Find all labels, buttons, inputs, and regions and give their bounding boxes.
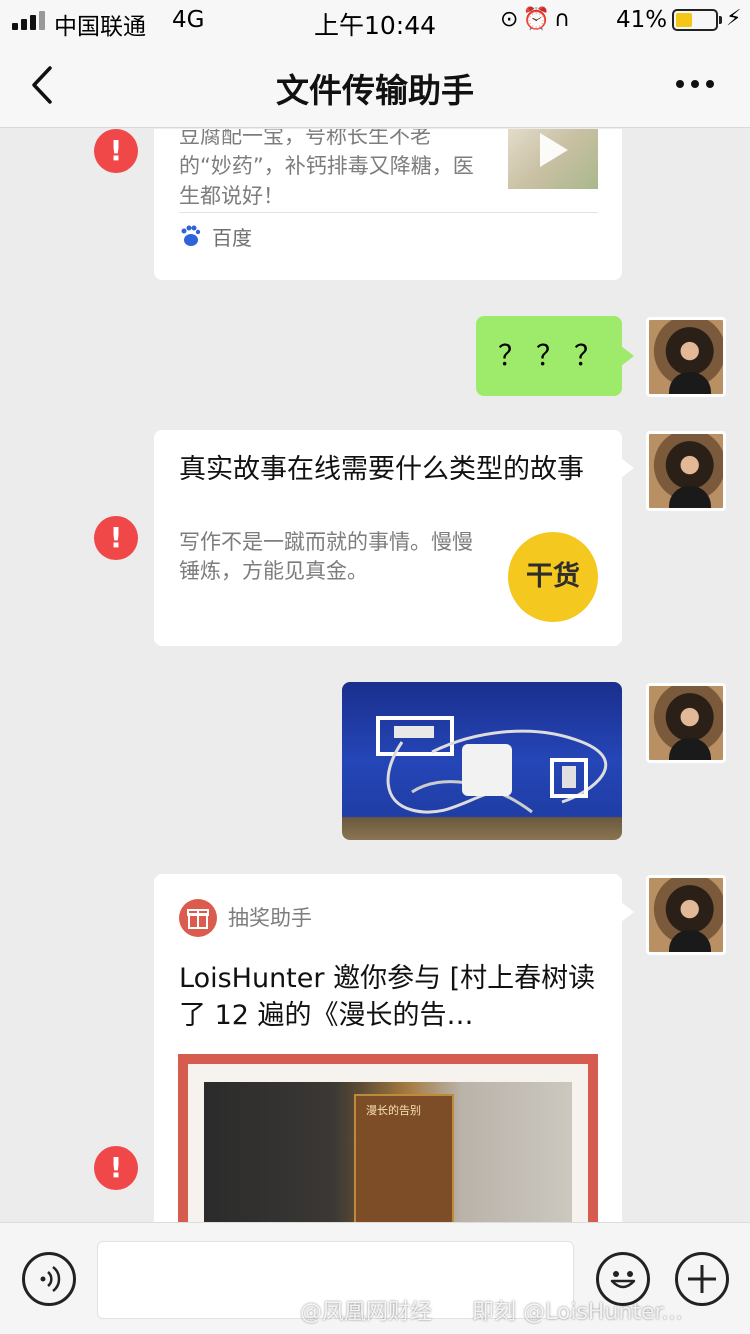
nav-bar: 文件传输助手 <box>0 42 750 128</box>
link-card-baidu[interactable]: 豆腐配一宝，号称长生不老的“妙药”，补钙排毒又降糖，医生都说好！ 百度 <box>154 129 622 280</box>
mini-program-name: 抽奖助手 <box>228 906 312 930</box>
send-failed-icon[interactable]: ! <box>94 129 138 173</box>
send-failed-icon[interactable]: ! <box>94 1146 138 1190</box>
more-button[interactable] <box>670 64 720 104</box>
watermark: @凤凰网财经 即刻 @LoisHunter... <box>300 1294 723 1326</box>
alarm-icon: ⏰ <box>522 7 554 32</box>
link-card-story[interactable]: 真实故事在线需要什么类型的故事 写作不是一蹴而就的事情。慢慢锤炼，方能见真金。 … <box>154 430 634 646</box>
headphones-icon: ∩ <box>553 7 574 32</box>
chat-area[interactable]: ! 豆腐配一宝，号称长生不老的“妙药”，补钙排毒又降糖，医生都说好！ 百度 ？？… <box>0 129 750 1222</box>
text-message[interactable]: ？？？ <box>476 316 634 396</box>
book-title: 漫长的告别 <box>366 1104 421 1117</box>
baidu-paw-icon <box>181 225 200 246</box>
card-poster: 漫长的告别 <box>178 1054 598 1222</box>
page-title: 文件传输助手 <box>276 71 474 110</box>
image-message[interactable] <box>342 682 622 840</box>
battery-percent: 41% <box>616 7 668 33</box>
status-icons: ⊙⏰∩ <box>500 7 574 32</box>
charger-photo <box>376 716 608 814</box>
card-description: 豆腐配一宝，号称长生不老的“妙药”，补钙排毒又降糖，医生都说好！ <box>179 129 474 208</box>
play-icon <box>540 133 568 167</box>
card-title: LoisHunter 邀你参与 [村上春树读了 12 遍的《漫长的告… <box>179 963 596 1031</box>
avatar[interactable] <box>646 683 726 763</box>
send-failed-icon[interactable]: ! <box>94 516 138 560</box>
book-cover: 漫长的告别 <box>354 1094 454 1222</box>
watermark-right: 即刻 @LoisHunter... <box>472 1300 683 1325</box>
status-bar: 中国联通 4G 上午10:44 ⊙⏰∩ 41% ⚡ <box>0 0 750 42</box>
card-logo: 干货 <box>508 532 598 622</box>
card-description: 写作不是一蹴而就的事情。慢慢锤炼，方能见真金。 <box>179 530 473 583</box>
rotation-lock-icon: ⊙ <box>500 7 523 32</box>
battery-fill <box>676 13 692 27</box>
mini-program-card-lottery[interactable]: 抽奖助手 LoisHunter 邀你参与 [村上春树读了 12 遍的《漫长的告…… <box>154 874 634 1222</box>
battery-icon <box>672 9 722 31</box>
avatar[interactable] <box>646 317 726 397</box>
card-divider <box>179 212 598 213</box>
avatar[interactable] <box>646 875 726 955</box>
avatar[interactable] <box>646 431 726 511</box>
card-source: 百度 <box>212 226 252 250</box>
voice-icon <box>40 1266 61 1292</box>
card-title: 真实故事在线需要什么类型的故事 <box>179 454 584 485</box>
watermark-left: @凤凰网财经 <box>300 1300 433 1325</box>
video-thumbnail <box>508 129 598 189</box>
more-dots-icon <box>676 80 714 88</box>
charging-icon: ⚡ <box>726 6 742 31</box>
gift-icon <box>179 899 217 937</box>
voice-button[interactable] <box>22 1252 76 1306</box>
poster-photo: 漫长的告别 <box>204 1082 572 1222</box>
